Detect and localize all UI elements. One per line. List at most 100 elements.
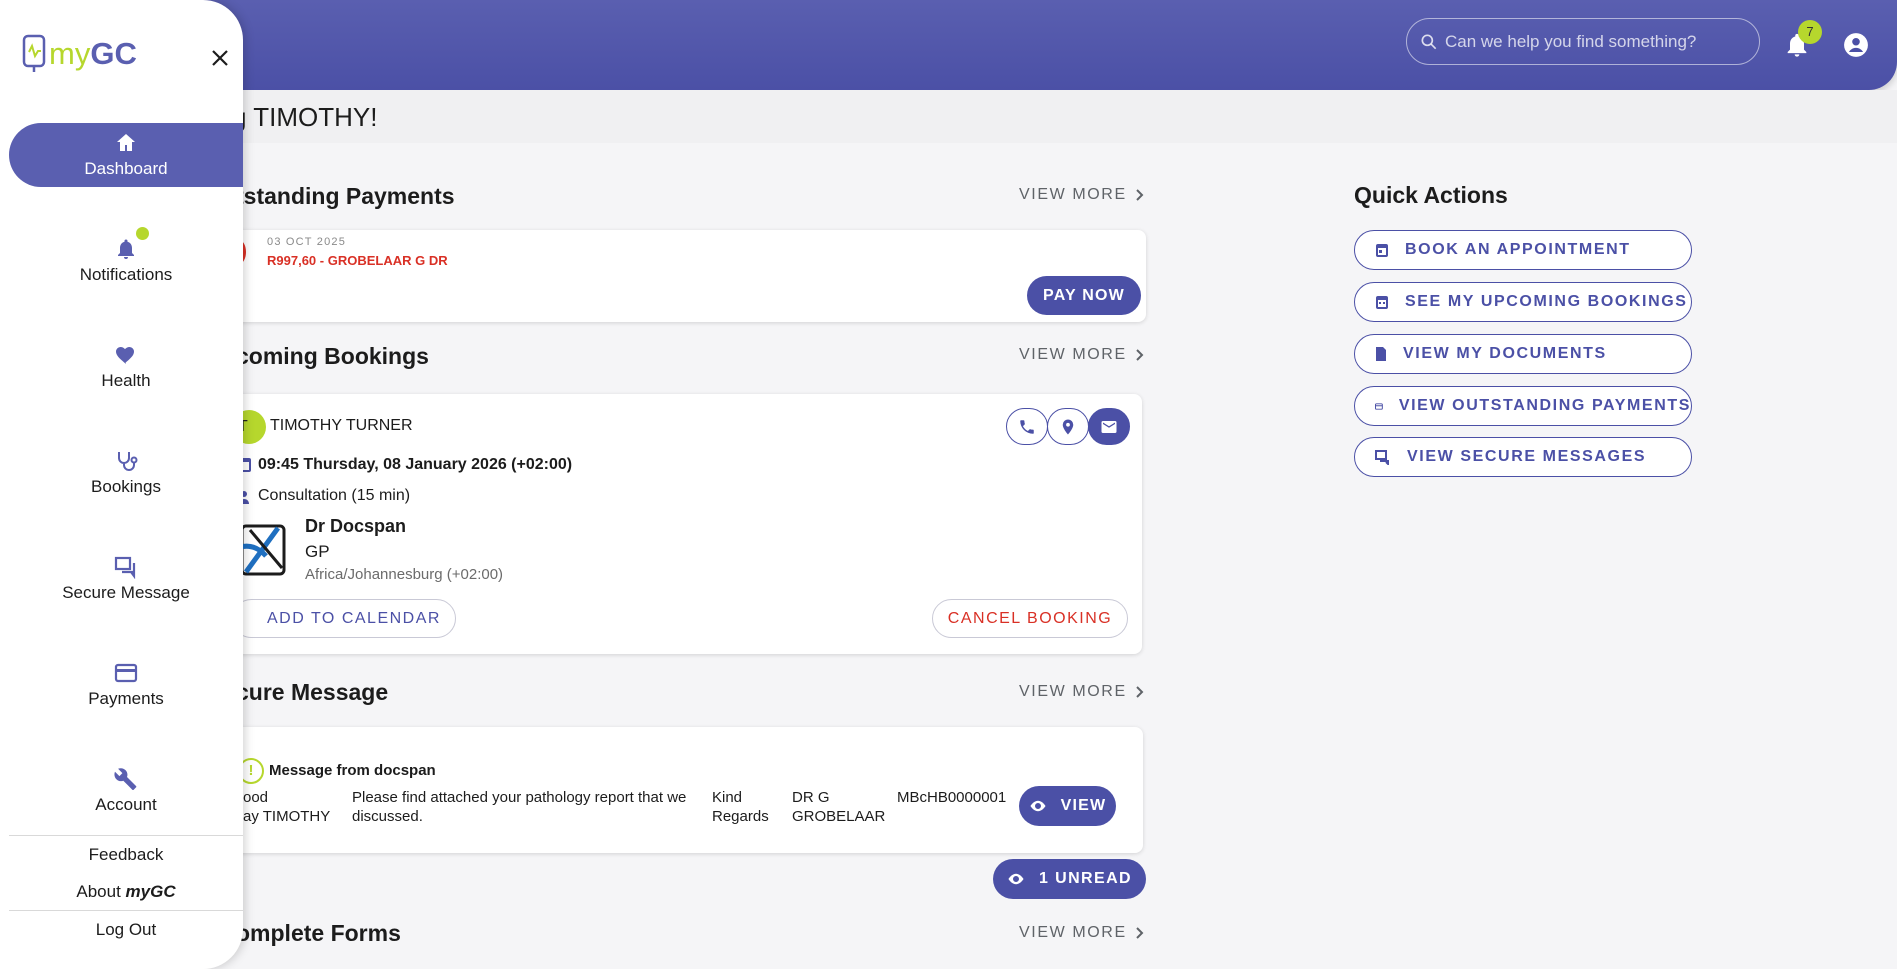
message-title: Message from docspan — [269, 762, 436, 779]
outstanding-payments-title: tstanding Payments — [236, 183, 455, 209]
bookings-view-more-link[interactable]: VIEW MORE — [1019, 346, 1145, 364]
doctor-name: Dr Docspan — [305, 516, 407, 536]
sidebar-item-label: Health — [101, 371, 151, 390]
about-brand: myGC — [125, 882, 176, 901]
chevron-right-icon — [1136, 349, 1144, 361]
location-pin-icon — [1062, 419, 1074, 434]
about-prefix: About — [76, 882, 121, 901]
sidebar-item-health[interactable]: Health — [9, 335, 243, 399]
unread-label: 1 UNREAD — [1039, 870, 1132, 887]
chevron-right-icon — [1136, 927, 1144, 939]
chat-icon — [1375, 449, 1389, 465]
view-documents-button[interactable]: VIEW MY DOCUMENTS — [1354, 334, 1692, 374]
chevron-right-icon — [1136, 686, 1144, 698]
messages-view-more-link[interactable]: VIEW MORE — [1019, 683, 1145, 701]
eye-icon — [1008, 873, 1024, 885]
view-more-label: VIEW MORE — [1019, 346, 1127, 363]
payment-date: 03 OCT 2025 — [267, 236, 347, 248]
notification-dot — [136, 227, 149, 240]
search-input[interactable]: Can we help you find something? — [1406, 18, 1760, 65]
message-sender: DR G GROBELAAR — [792, 789, 886, 825]
logo-gc: GC — [90, 36, 137, 71]
qa-label: VIEW OUTSTANDING PAYMENTS — [1398, 397, 1691, 414]
outstanding-view-more-link[interactable]: VIEW MORE — [1019, 186, 1145, 204]
view-payments-button[interactable]: VIEW OUTSTANDING PAYMENTS — [1354, 386, 1692, 426]
sidebar-item-dashboard[interactable]: Dashboard — [9, 123, 243, 187]
booking-type: Consultation (15 min) — [258, 487, 411, 504]
sidebar-item-payments[interactable]: Payments — [9, 653, 243, 717]
view-label: VIEW — [1060, 797, 1107, 814]
document-icon — [1376, 347, 1386, 361]
cancel-booking-label: CANCEL BOOKING — [947, 609, 1113, 627]
pay-now-button[interactable]: PAY NOW — [1027, 276, 1141, 315]
sidebar-item-bookings[interactable]: Bookings — [9, 441, 243, 505]
patient-name: TIMOTHY TURNER — [270, 417, 413, 434]
payment-amount: R997,60 - GROBELAAR G DR — [267, 253, 448, 268]
search-placeholder: Can we help you find something? — [1445, 31, 1697, 51]
card-icon — [114, 663, 138, 683]
view-more-label: VIEW MORE — [1019, 683, 1127, 700]
qa-label: SEE MY UPCOMING BOOKINGS — [1405, 293, 1688, 310]
wrench-icon — [114, 768, 137, 790]
unread-messages-button[interactable]: 1 UNREAD — [993, 859, 1146, 899]
close-icon[interactable] — [208, 46, 232, 70]
view-more-label: VIEW MORE — [1019, 924, 1127, 941]
phone-button[interactable] — [1006, 408, 1048, 445]
add-to-calendar-button[interactable]: ADD TO CALENDAR — [232, 599, 456, 638]
logo-my: my — [49, 36, 91, 71]
qa-label: VIEW MY DOCUMENTS — [1403, 345, 1607, 362]
calendar-icon — [1376, 244, 1388, 257]
bell-icon — [118, 239, 134, 259]
sidebar-item-label: Secure Message — [62, 583, 190, 602]
sidebar-item-account[interactable]: Account — [9, 759, 243, 823]
email-button[interactable] — [1088, 408, 1130, 445]
doctor-role: GP — [305, 542, 330, 561]
calendar-icon — [1376, 296, 1388, 309]
sidebar-item-label: Notifications — [79, 265, 173, 284]
user-icon[interactable] — [1843, 32, 1869, 58]
doctor-timezone: Africa/Johannesburg (+02:00) — [305, 566, 504, 583]
message-body: Please find attached your pathology repo… — [352, 789, 687, 825]
message-reference: MBcHB0000001 — [897, 789, 1007, 806]
sidebar-divider — [9, 910, 243, 911]
heart-icon — [116, 347, 134, 364]
stethoscope-icon — [118, 452, 138, 471]
logout-link[interactable]: Log Out — [9, 920, 243, 940]
location-button[interactable] — [1047, 408, 1089, 445]
app-logo[interactable]: my GC — [21, 34, 137, 74]
qa-label: BOOK AN APPOINTMENT — [1405, 241, 1631, 258]
book-appointment-button[interactable]: BOOK AN APPOINTMENT — [1354, 230, 1692, 270]
sidebar-item-label: Dashboard — [84, 159, 168, 178]
eye-icon — [1030, 800, 1046, 812]
search-icon — [1421, 34, 1437, 49]
view-secure-messages-button[interactable]: VIEW SECURE MESSAGES — [1354, 437, 1692, 477]
sidebar-item-notifications[interactable]: Notifications — [9, 229, 243, 293]
about-link[interactable]: About myGC — [9, 882, 243, 902]
message-signoff: Kind Regards — [712, 789, 769, 825]
cancel-booking-button[interactable]: CANCEL BOOKING — [932, 599, 1128, 638]
quick-actions-title: Quick Actions — [1354, 182, 1508, 208]
upcoming-bookings-button[interactable]: SEE MY UPCOMING BOOKINGS — [1354, 282, 1692, 322]
chevron-right-icon — [1136, 189, 1144, 201]
mail-icon — [1101, 420, 1117, 433]
view-more-label: VIEW MORE — [1019, 186, 1127, 203]
view-message-button[interactable]: VIEW — [1019, 786, 1116, 826]
card-icon — [1375, 402, 1383, 410]
upcoming-bookings-title: coming Bookings — [236, 343, 429, 369]
sidebar-item-secure-message[interactable]: Secure Message — [9, 547, 243, 611]
sidebar-item-label: Payments — [88, 689, 164, 708]
notification-badge: 7 — [1798, 20, 1822, 44]
phone-icon — [1020, 419, 1034, 434]
booking-time: 09:45 Thursday, 08 January 2026 (+02:00) — [258, 456, 573, 473]
sidebar-item-label: Bookings — [91, 477, 161, 496]
sidebar-divider — [9, 835, 243, 836]
forms-view-more-link[interactable]: VIEW MORE — [1019, 924, 1145, 942]
page-greeting: g TIMOTHY! — [232, 102, 378, 132]
chat-icon — [114, 556, 136, 579]
complete-forms-title: omplete Forms — [236, 920, 401, 946]
payment-card — [232, 230, 1146, 322]
sidebar-item-label: Account — [95, 795, 157, 814]
message-greeting: ood ay TIMOTHY — [243, 789, 331, 825]
feedback-link[interactable]: Feedback — [9, 845, 243, 865]
stethoscope-logo-icon — [22, 34, 46, 72]
